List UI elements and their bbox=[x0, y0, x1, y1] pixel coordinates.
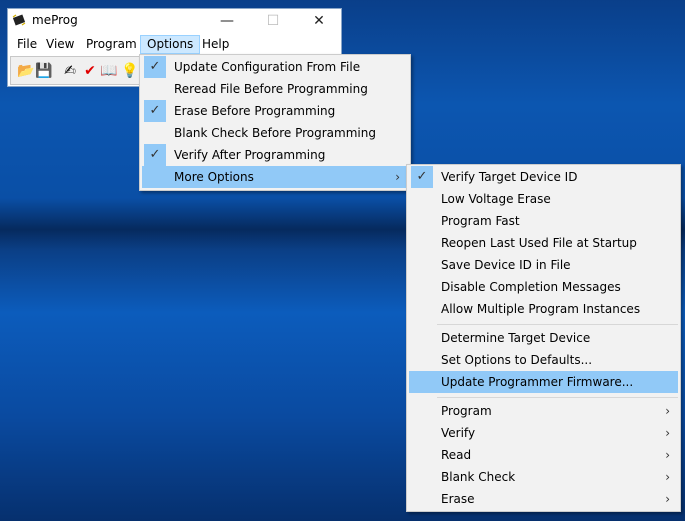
menu-item-save-device-id-in-file[interactable]: Save Device ID in File bbox=[409, 254, 678, 276]
menu-item-update-configuration-from-file[interactable]: ✓ Update Configuration From File bbox=[142, 56, 408, 78]
checkmark-icon: ✓ bbox=[144, 56, 166, 78]
verify-check-icon[interactable]: ✔ bbox=[81, 63, 99, 79]
menu-separator bbox=[437, 324, 678, 325]
close-button[interactable]: ✕ bbox=[296, 9, 342, 34]
menu-item-low-voltage-erase[interactable]: Low Voltage Erase bbox=[409, 188, 678, 210]
maximize-button[interactable]: ☐ bbox=[250, 9, 296, 34]
menu-file[interactable]: File bbox=[11, 35, 43, 54]
chevron-right-icon: › bbox=[665, 492, 670, 506]
menu-item-label: Blank Check bbox=[441, 470, 516, 484]
menu-item-verify[interactable]: Verify › bbox=[409, 422, 678, 444]
menu-item-more-options[interactable]: More Options › bbox=[142, 166, 408, 188]
open-folder-icon[interactable]: 📂 bbox=[17, 63, 35, 79]
window-title: meProg bbox=[32, 13, 78, 27]
menu-item-disable-completion-messages[interactable]: Disable Completion Messages bbox=[409, 276, 678, 298]
menu-separator bbox=[437, 397, 678, 398]
menu-item-reopen-last-used-file-at-startup[interactable]: Reopen Last Used File at Startup bbox=[409, 232, 678, 254]
menu-item-update-programmer-firmware[interactable]: Update Programmer Firmware... bbox=[409, 371, 678, 393]
checkmark-icon: ✓ bbox=[411, 166, 433, 188]
chevron-right-icon: › bbox=[665, 470, 670, 484]
menu-item-label: Verify Target Device ID bbox=[441, 170, 578, 184]
menu-item-program[interactable]: Program › bbox=[409, 400, 678, 422]
menu-item-reread-file-before-programming[interactable]: Reread File Before Programming bbox=[142, 78, 408, 100]
chevron-right-icon: › bbox=[395, 170, 400, 184]
menu-item-label: Update Programmer Firmware... bbox=[441, 375, 634, 389]
menu-item-label: Reopen Last Used File at Startup bbox=[441, 236, 637, 250]
title-bar[interactable]: meProg — ☐ ✕ bbox=[8, 9, 341, 34]
menu-item-label: Set Options to Defaults... bbox=[441, 353, 593, 367]
menu-item-label: Disable Completion Messages bbox=[441, 280, 621, 294]
lightbulb-icon[interactable]: 💡 bbox=[121, 63, 139, 79]
menu-item-erase-before-programming[interactable]: ✓ Erase Before Programming bbox=[142, 100, 408, 122]
menu-item-label: Program Fast bbox=[441, 214, 520, 228]
checkmark-icon: ✓ bbox=[144, 100, 166, 122]
checkmark-icon: ✓ bbox=[144, 144, 166, 166]
menu-item-erase[interactable]: Erase › bbox=[409, 488, 678, 510]
menu-item-label: Program bbox=[441, 404, 492, 418]
chip-app-icon bbox=[12, 14, 26, 26]
chevron-right-icon: › bbox=[665, 426, 670, 440]
menu-bar: File View Program Options Help bbox=[8, 34, 341, 55]
menu-item-label: Read bbox=[441, 448, 472, 462]
menu-item-label: More Options bbox=[174, 170, 254, 184]
menu-view[interactable]: View bbox=[40, 35, 80, 54]
menu-item-label: Save Device ID in File bbox=[441, 258, 571, 272]
program-chip-icon[interactable]: ✍ bbox=[61, 63, 79, 79]
menu-item-blank-check[interactable]: Blank Check › bbox=[409, 466, 678, 488]
menu-item-verify-target-device-id[interactable]: ✓ Verify Target Device ID bbox=[409, 166, 678, 188]
menu-item-determine-target-device[interactable]: Determine Target Device bbox=[409, 327, 678, 349]
menu-item-label: Erase bbox=[441, 492, 475, 506]
menu-item-label: Allow Multiple Program Instances bbox=[441, 302, 641, 316]
read-book-icon[interactable]: 📖 bbox=[100, 63, 118, 79]
menu-help[interactable]: Help bbox=[196, 35, 235, 54]
menu-item-blank-check-before-programming[interactable]: Blank Check Before Programming bbox=[142, 122, 408, 144]
menu-options[interactable]: Options bbox=[140, 35, 201, 54]
minimize-button[interactable]: — bbox=[204, 9, 250, 34]
chevron-right-icon: › bbox=[665, 404, 670, 418]
menu-item-verify-after-programming[interactable]: ✓ Verify After Programming bbox=[142, 144, 408, 166]
menu-item-label: Reread File Before Programming bbox=[174, 82, 368, 96]
menu-item-label: Verify bbox=[441, 426, 476, 440]
menu-item-program-fast[interactable]: Program Fast bbox=[409, 210, 678, 232]
menu-item-set-options-to-defaults[interactable]: Set Options to Defaults... bbox=[409, 349, 678, 371]
menu-item-label: Erase Before Programming bbox=[174, 104, 336, 118]
options-menu: ✓ Update Configuration From File Reread Fi… bbox=[139, 54, 411, 191]
save-icon[interactable]: 💾 bbox=[35, 63, 53, 79]
menu-program[interactable]: Program bbox=[80, 35, 143, 54]
menu-item-label: Verify After Programming bbox=[174, 148, 326, 162]
menu-item-label: Low Voltage Erase bbox=[441, 192, 551, 206]
chevron-right-icon: › bbox=[665, 448, 670, 462]
menu-item-label: Determine Target Device bbox=[441, 331, 591, 345]
menu-item-label: Update Configuration From File bbox=[174, 60, 361, 74]
menu-item-label: Blank Check Before Programming bbox=[174, 126, 376, 140]
menu-item-read[interactable]: Read › bbox=[409, 444, 678, 466]
more-options-submenu: ✓ Verify Target Device ID Low Voltage Eras… bbox=[406, 164, 681, 512]
menu-item-allow-multiple-program-instances[interactable]: Allow Multiple Program Instances bbox=[409, 298, 678, 320]
